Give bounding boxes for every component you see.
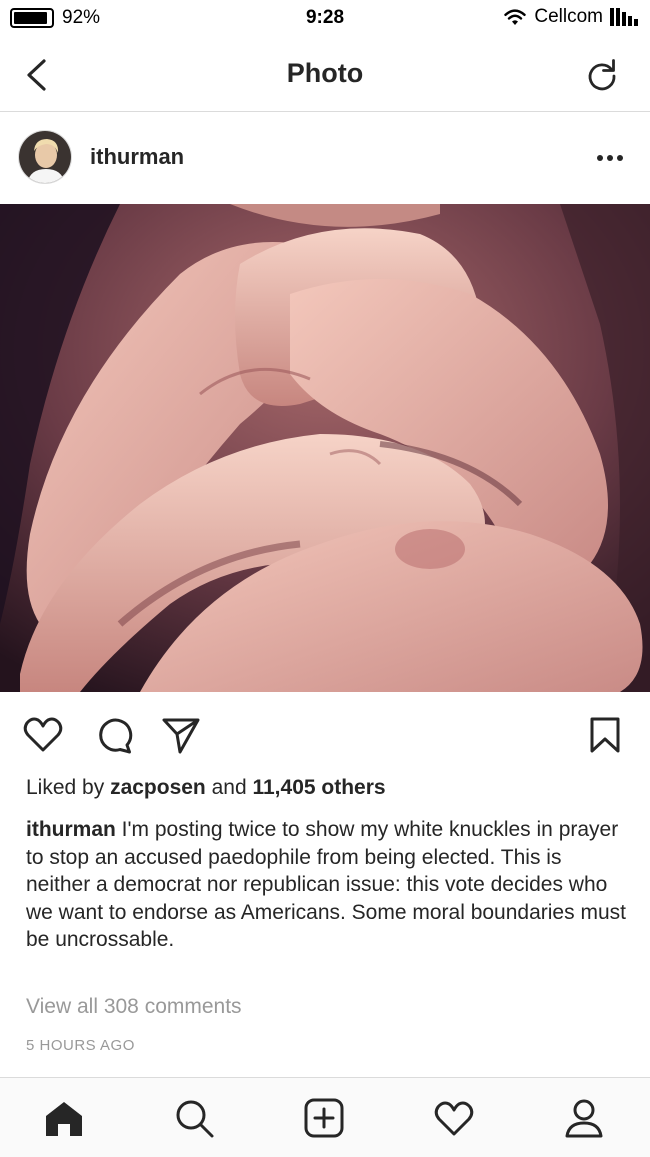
comment-icon[interactable] <box>94 714 136 756</box>
navigation-bar: Photo <box>0 38 650 112</box>
more-icon[interactable] <box>594 152 626 164</box>
carrier-name: Cellcom <box>534 6 603 27</box>
share-icon[interactable] <box>160 714 202 756</box>
caption-text: I'm posting twice to show my white knuck… <box>26 818 626 951</box>
new-post-icon[interactable] <box>302 1096 346 1140</box>
search-icon[interactable] <box>172 1096 216 1140</box>
likes-count[interactable]: 11,405 others <box>252 776 385 799</box>
likes-middle: and <box>205 776 253 799</box>
status-bar: 92% 9:28 Cellcom <box>0 0 650 38</box>
page-title: Photo <box>286 58 364 88</box>
avatar[interactable] <box>18 130 72 184</box>
network-indicator: Cellcom <box>503 6 638 28</box>
post-timestamp: 5 HOURS AGO <box>26 1037 135 1054</box>
tab-bar <box>0 1077 650 1157</box>
post-username[interactable]: ithurman <box>90 144 184 170</box>
signal-icon <box>610 8 638 26</box>
home-icon[interactable] <box>42 1096 86 1140</box>
bookmark-icon[interactable] <box>584 714 626 756</box>
post-photo[interactable] <box>0 204 650 692</box>
likes-prefix: Liked by <box>26 776 111 799</box>
wifi-icon <box>504 9 527 25</box>
activity-icon[interactable] <box>432 1096 476 1140</box>
profile-icon[interactable] <box>562 1096 606 1140</box>
post-header: ithurman <box>0 112 650 204</box>
view-comments-link[interactable]: View all 308 comments <box>26 995 242 1019</box>
caption-username[interactable]: ithurman <box>26 818 116 841</box>
likes-summary: Liked by zacposen and 11,405 others <box>26 776 386 800</box>
post-actions <box>0 700 650 772</box>
likes-user[interactable]: zacposen <box>110 776 206 799</box>
post-caption: ithurman I'm posting twice to show my wh… <box>26 816 626 954</box>
refresh-icon[interactable] <box>584 57 620 93</box>
heart-icon[interactable] <box>22 714 64 756</box>
